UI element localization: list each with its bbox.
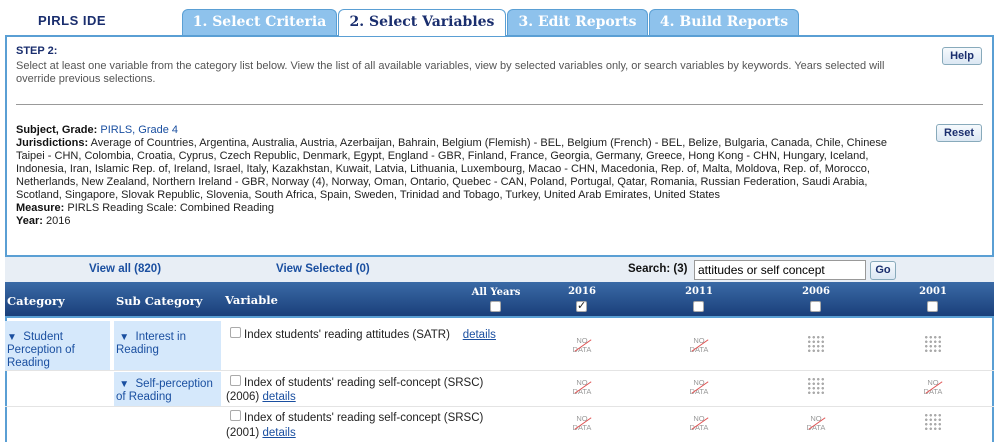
variable-srsc-2001: Index of students' reading self-concept …	[244, 411, 483, 425]
tab-edit-reports[interactable]: 3. Edit Reports	[507, 9, 648, 35]
category-student-perception[interactable]: ▼ Student Perception of Reading	[7, 331, 107, 370]
subcategory-label: Self-perception of Reading	[116, 378, 213, 403]
expand-triangle-icon: ▼	[119, 379, 130, 390]
year-2001-label: 2001	[919, 286, 947, 297]
jurisdictions-value: Average of Countries, Argentina, Austral…	[16, 137, 888, 201]
no-data-icon: NO DATA	[569, 336, 595, 356]
no-data-icon: NO DATA	[569, 414, 595, 434]
variable-label: Index of students' reading self-concept …	[244, 377, 484, 389]
variable-checkbox-srsc-2006[interactable]	[230, 375, 241, 386]
year-2006-checkbox[interactable]	[810, 301, 821, 312]
brand-logo: PIRLS IDE	[38, 13, 107, 28]
search-input[interactable]	[694, 260, 866, 280]
all-years-checkbox[interactable]	[490, 301, 501, 312]
details-link[interactable]: details	[262, 427, 295, 439]
details-link[interactable]: details	[463, 329, 496, 341]
row-divider	[5, 370, 994, 371]
variable-label: Index students' reading attitudes (SATR)	[244, 329, 450, 341]
variable-checkbox-srsc-2001[interactable]	[230, 410, 241, 421]
details-link[interactable]: details	[262, 391, 295, 403]
go-button[interactable]: Go	[870, 261, 896, 280]
no-data-icon: NO DATA	[686, 336, 712, 356]
column-category: Category	[7, 294, 65, 308]
year-2011-checkbox[interactable]	[693, 301, 704, 312]
variable-srsc-2006: Index of students' reading self-concept …	[244, 376, 483, 390]
data-available-icon	[807, 377, 825, 395]
subject-value: PIRLS, Grade 4	[100, 124, 179, 136]
year-2001-checkbox[interactable]	[927, 301, 938, 312]
variable-label: Index of students' reading self-concept …	[244, 412, 484, 424]
no-data-icon: NO DATA	[803, 414, 829, 434]
help-button[interactable]: Help	[942, 47, 982, 65]
variable-srsc-2006-suffix: (2006) details	[226, 390, 296, 404]
no-data-icon: NO DATA	[686, 414, 712, 434]
view-all-link[interactable]: View all (820)	[89, 263, 161, 275]
tab-build-reports[interactable]: 4. Build Reports	[649, 9, 799, 35]
column-variable: Variable	[225, 293, 278, 307]
column-all-years: All Years	[471, 287, 521, 298]
no-data-icon: NO DATA	[686, 378, 712, 398]
subject-label: Subject, Grade:	[16, 124, 98, 136]
criteria-summary: Subject, Grade: PIRLS, Grade 4 Jurisdict…	[16, 124, 916, 228]
expand-triangle-icon: ▼	[7, 332, 17, 343]
category-label: Student Perception of Reading	[7, 331, 75, 369]
divider	[16, 104, 983, 105]
row-divider	[5, 406, 994, 407]
expand-triangle-icon: ▼	[119, 332, 130, 343]
column-subcategory: Sub Category	[116, 294, 203, 308]
jurisdictions-label: Jurisdictions:	[16, 137, 89, 149]
no-data-icon: NO DATA	[569, 378, 595, 398]
tab-select-criteria[interactable]: 1. Select Criteria	[182, 9, 337, 35]
pirls-ide-page: PIRLS IDE 1. Select Criteria 2. Select V…	[0, 0, 998, 442]
subcategory-interest-in-reading[interactable]: ▼ Interest in Reading	[116, 331, 220, 357]
step-title: STEP 2:	[16, 45, 58, 57]
variable-satr: Index students' reading attitudes (SATR)…	[244, 328, 496, 342]
year-2016-label: 2016	[568, 286, 596, 297]
data-available-icon	[924, 413, 942, 431]
step-description: Select at least one variable from the ca…	[16, 60, 885, 85]
year-value: 2016	[45, 215, 71, 227]
reset-button[interactable]: Reset	[936, 124, 982, 142]
data-available-icon	[807, 335, 825, 353]
tab-select-variables[interactable]: 2. Select Variables	[338, 9, 506, 36]
variable-year-suffix: (2001)	[226, 427, 260, 439]
view-selected-link[interactable]: View Selected (0)	[276, 263, 370, 275]
variable-year-suffix: (2006)	[226, 391, 260, 403]
year-2006-label: 2006	[802, 286, 830, 297]
data-available-icon	[924, 335, 942, 353]
subcategory-self-perception-of-reading[interactable]: ▼ Self-perception of Reading	[116, 378, 222, 404]
year-2011-label: 2011	[685, 286, 713, 297]
year-label: Year:	[16, 215, 43, 227]
measure-label: Measure:	[16, 202, 65, 214]
measure-value: PIRLS Reading Scale: Combined Reading	[67, 202, 275, 214]
no-data-icon: NO DATA	[920, 378, 946, 398]
variable-srsc-2001-suffix: (2001) details	[226, 426, 296, 440]
variable-checkbox-satr[interactable]	[230, 327, 241, 338]
year-2016-checkbox[interactable]	[576, 299, 587, 312]
search-label: Search: (3)	[628, 263, 688, 275]
